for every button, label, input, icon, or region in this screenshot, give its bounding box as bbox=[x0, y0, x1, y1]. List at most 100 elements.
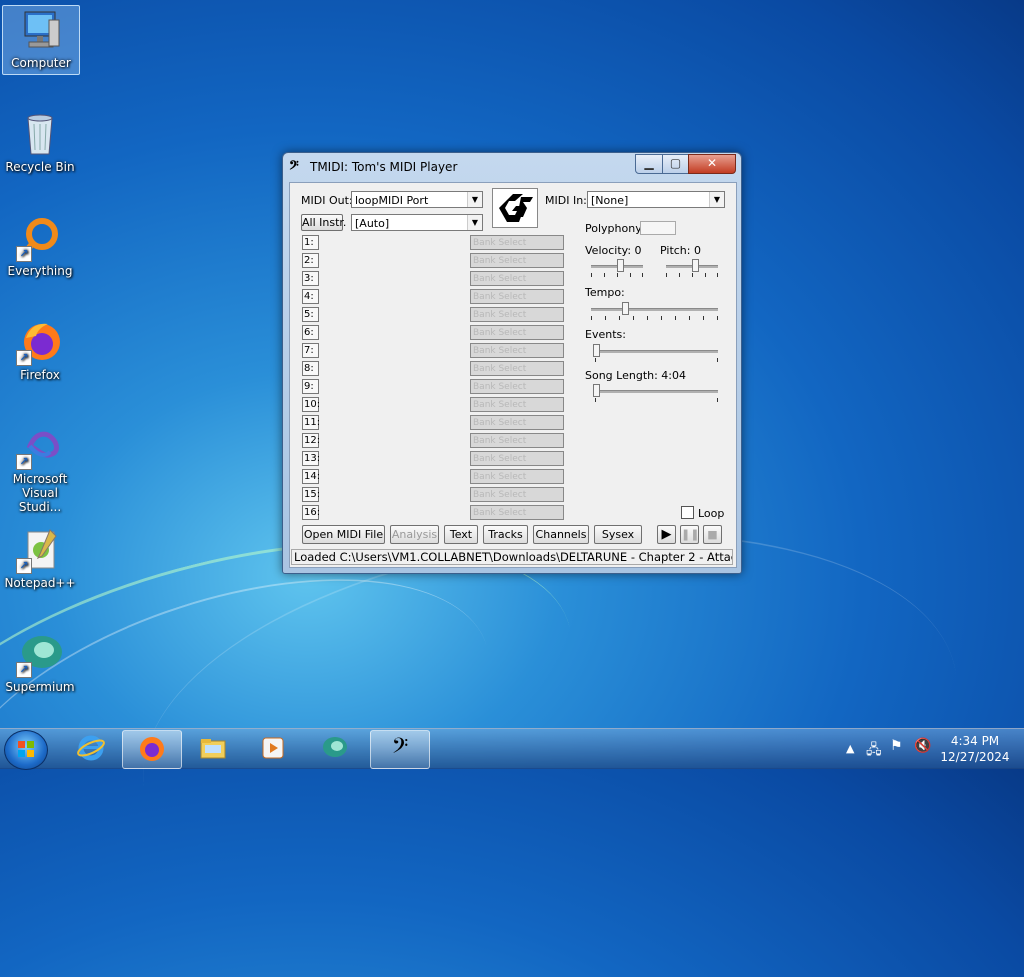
velocity-label: Velocity: 0 bbox=[585, 244, 642, 257]
midi-in-select[interactable]: [None] ▼ bbox=[587, 191, 725, 208]
channel-number-button[interactable]: 14: bbox=[302, 469, 320, 484]
channel-number-button[interactable]: 4: bbox=[302, 289, 319, 304]
all-instr-button[interactable]: All Instr. bbox=[301, 214, 346, 231]
midi-in-value: [None] bbox=[591, 194, 629, 207]
gs-logo bbox=[492, 188, 538, 228]
open-midi-file-button[interactable]: Open MIDI File bbox=[302, 525, 385, 544]
bank-select-button[interactable]: Bank Select bbox=[470, 235, 564, 250]
tracks-button[interactable]: Tracks bbox=[483, 525, 528, 544]
desktop-icon-visual-studio[interactable]: ↗ Microsoft Visual Studi... bbox=[2, 422, 78, 514]
desktop-icon-everything[interactable]: ↗ Everything bbox=[2, 214, 78, 278]
channels-button[interactable]: Channels bbox=[533, 525, 589, 544]
channel-number-button[interactable]: 11: bbox=[302, 415, 320, 430]
bank-select-button[interactable]: Bank Select bbox=[470, 487, 564, 502]
channel-number-button[interactable]: 10: bbox=[302, 397, 320, 412]
loop-label: Loop bbox=[698, 507, 725, 520]
tempo-slider-thumb[interactable] bbox=[622, 302, 629, 315]
pause-icon: ❚❚ bbox=[681, 528, 700, 541]
song-position-slider[interactable] bbox=[595, 390, 718, 393]
bass-clef-icon: 𝄢 bbox=[289, 158, 299, 176]
loop-checkbox[interactable] bbox=[681, 506, 694, 519]
velocity-slider-thumb[interactable] bbox=[617, 259, 624, 272]
taskbar-internet-explorer[interactable] bbox=[62, 730, 120, 767]
everything-icon: ↗ bbox=[16, 214, 64, 262]
events-slider[interactable] bbox=[595, 350, 718, 353]
bank-select-button[interactable]: Bank Select bbox=[470, 415, 564, 430]
channel-number-button[interactable]: 13: bbox=[302, 451, 320, 466]
bank-select-button[interactable]: Bank Select bbox=[470, 271, 564, 286]
desktop-icon-recycle-bin[interactable]: Recycle Bin bbox=[2, 110, 78, 174]
bank-select-button[interactable]: Bank Select bbox=[470, 433, 564, 448]
taskbar-firefox[interactable] bbox=[122, 730, 182, 769]
bank-select-button[interactable]: Bank Select bbox=[470, 379, 564, 394]
action-center-flag-icon[interactable]: ⚑ bbox=[890, 738, 903, 754]
midi-out-select[interactable]: loopMIDI Port ▼ bbox=[351, 191, 483, 208]
channel-number-button[interactable]: 6: bbox=[302, 325, 319, 340]
minimize-button[interactable]: ▁ bbox=[635, 154, 663, 174]
bank-select-button[interactable]: Bank Select bbox=[470, 451, 564, 466]
stop-button[interactable]: ■ bbox=[703, 525, 722, 544]
visual-studio-icon: ↗ bbox=[16, 422, 64, 470]
taskbar-tmidi[interactable]: 𝄢 bbox=[370, 730, 430, 769]
desktop-icon-label: Everything bbox=[7, 264, 73, 278]
start-button[interactable] bbox=[4, 730, 48, 770]
bank-select-button[interactable]: Bank Select bbox=[470, 289, 564, 304]
pause-button[interactable]: ❚❚ bbox=[680, 525, 699, 544]
bank-select-button[interactable]: Bank Select bbox=[470, 469, 564, 484]
channel-number-button[interactable]: 3: bbox=[302, 271, 319, 286]
system-clock[interactable]: 4:34 PM 12/27/2024 bbox=[940, 733, 1010, 765]
bank-select-button[interactable]: Bank Select bbox=[470, 343, 564, 358]
events-slider-ticks bbox=[595, 358, 718, 363]
maximize-button[interactable]: ▢ bbox=[662, 154, 689, 174]
bank-select-button[interactable]: Bank Select bbox=[470, 307, 564, 322]
events-slider-thumb[interactable] bbox=[593, 344, 600, 357]
tempo-slider[interactable] bbox=[591, 308, 718, 311]
chevron-down-icon[interactable]: ▼ bbox=[467, 215, 482, 230]
channel-number-button[interactable]: 7: bbox=[302, 343, 319, 358]
chevron-down-icon[interactable]: ▼ bbox=[467, 192, 482, 207]
taskbar-file-explorer[interactable] bbox=[184, 730, 242, 767]
instrument-select[interactable]: [Auto] ▼ bbox=[351, 214, 483, 231]
song-position-slider-thumb[interactable] bbox=[593, 384, 600, 397]
bass-clef-icon: 𝄢 bbox=[391, 734, 409, 764]
desktop-icon-notepad-plus-plus[interactable]: ↗ Notepad++ bbox=[2, 526, 78, 590]
bank-select-button[interactable]: Bank Select bbox=[470, 361, 564, 376]
desktop-icon-label: Notepad++ bbox=[4, 576, 76, 590]
text-button[interactable]: Text bbox=[444, 525, 478, 544]
instrument-value: [Auto] bbox=[355, 217, 390, 230]
channel-number-button[interactable]: 15: bbox=[302, 487, 320, 502]
close-button[interactable]: ✕ bbox=[688, 154, 736, 174]
bank-select-button[interactable]: Bank Select bbox=[470, 505, 564, 520]
desktop-icon-supermium[interactable]: ↗ Supermium bbox=[2, 630, 78, 694]
channel-number-button[interactable]: 8: bbox=[302, 361, 319, 376]
bank-select-button[interactable]: Bank Select bbox=[470, 253, 564, 268]
pitch-slider-thumb[interactable] bbox=[692, 259, 699, 272]
chevron-down-icon[interactable]: ▼ bbox=[709, 192, 724, 207]
channel-number-button[interactable]: 9: bbox=[302, 379, 319, 394]
midi-out-label: MIDI Out: bbox=[301, 194, 353, 207]
folder-icon bbox=[200, 739, 226, 759]
network-icon[interactable]: 🖧 bbox=[866, 739, 882, 763]
bank-select-button[interactable]: Bank Select bbox=[470, 397, 564, 412]
channel-number-button[interactable]: 5: bbox=[302, 307, 319, 322]
shortcut-arrow-icon: ↗ bbox=[16, 350, 32, 366]
channel-number-button[interactable]: 16: bbox=[302, 505, 320, 520]
pitch-label: Pitch: 0 bbox=[660, 244, 701, 257]
title-bar[interactable]: 𝄢 TMIDI: Tom's MIDI Player ▁ ▢ ✕ bbox=[283, 153, 741, 181]
bank-select-button[interactable]: Bank Select bbox=[470, 325, 564, 340]
show-hidden-icons-button[interactable]: ▲ bbox=[846, 742, 854, 755]
sysex-button[interactable]: Sysex bbox=[594, 525, 642, 544]
channel-number-button[interactable]: 12: bbox=[302, 433, 320, 448]
play-button[interactable]: ▶ bbox=[657, 525, 676, 544]
desktop-icon-computer[interactable]: Computer bbox=[2, 5, 80, 75]
shortcut-arrow-icon: ↗ bbox=[16, 558, 32, 574]
channel-number-button[interactable]: 1: bbox=[302, 235, 319, 250]
tempo-label: Tempo: bbox=[585, 286, 625, 299]
taskbar-media-player[interactable] bbox=[244, 730, 302, 767]
desktop-icon-firefox[interactable]: ↗ Firefox bbox=[2, 318, 78, 382]
taskbar-supermium[interactable] bbox=[306, 730, 364, 767]
channel-number-button[interactable]: 2: bbox=[302, 253, 319, 268]
analysis-button[interactable]: Analysis bbox=[390, 525, 439, 544]
volume-muted-icon[interactable]: 🔇 bbox=[914, 738, 931, 754]
firefox-icon bbox=[140, 737, 164, 761]
